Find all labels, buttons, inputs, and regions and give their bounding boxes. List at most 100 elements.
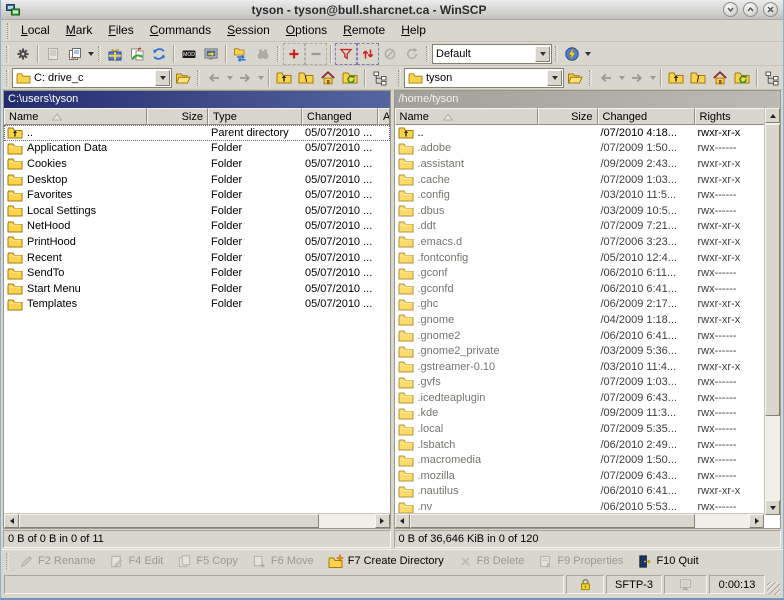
plus-icon[interactable] — [283, 43, 305, 65]
refresh-folder-icon[interactable] — [731, 67, 753, 89]
column-header-type[interactable]: Type — [208, 108, 302, 125]
synchronize-icon[interactable] — [126, 43, 148, 65]
menu-help[interactable]: Help — [393, 21, 434, 40]
cmd-edit-button[interactable]: F4 Edit — [102, 551, 170, 572]
cmd-delete-button[interactable]: F8 Delete — [451, 551, 532, 572]
file-row[interactable]: Application DataFolder05/07/2010 ... — [4, 141, 390, 157]
menu-drag-handle[interactable] — [7, 23, 10, 39]
resize-grip[interactable] — [767, 582, 780, 595]
lightning-dropdown-arrow-icon[interactable] — [583, 43, 592, 65]
back-dropdown-arrow-icon[interactable] — [225, 67, 234, 89]
cmd-properties-button[interactable]: F9 Properties — [531, 551, 630, 572]
file-row[interactable]: TemplatesFolder05/07/2010 ... — [4, 297, 390, 313]
maximize-button[interactable] — [743, 2, 758, 17]
session-select[interactable]: Default — [432, 44, 552, 64]
transfer-folders-icon[interactable] — [230, 43, 252, 65]
toolbar-drag-handle[interactable] — [277, 46, 280, 62]
menu-options[interactable]: Options — [278, 21, 335, 40]
address-drag-handle[interactable] — [6, 70, 9, 86]
file-row[interactable]: .dbus/03/2009 10:5...rwx------ — [395, 203, 781, 219]
cmd-rename-button[interactable]: F2 Rename — [12, 551, 102, 572]
parent-directory-icon[interactable] — [665, 67, 687, 89]
local-directory-arrow-icon[interactable] — [155, 70, 170, 86]
menu-mark[interactable]: Mark — [58, 21, 101, 40]
file-row[interactable]: .adobe/07/2009 1:50...rwx------ — [395, 141, 781, 157]
scroll-right-icon[interactable] — [375, 514, 390, 528]
file-row[interactable]: .nv/06/2010 5:53...rwx------ — [395, 499, 781, 513]
menu-commands[interactable]: Commands — [142, 21, 219, 40]
toolbar-drag-handle[interactable] — [426, 46, 429, 62]
column-header-changed[interactable]: Changed — [302, 108, 378, 125]
gear-icon[interactable] — [12, 43, 34, 65]
parent-directory-icon[interactable] — [273, 67, 295, 89]
remote-path-bar[interactable]: /home/tyson — [395, 91, 781, 108]
file-row[interactable]: .ddt/07/2009 7:21...rwxr-xr-x — [395, 219, 781, 235]
remote-vertical-scrollbar[interactable] — [764, 108, 780, 515]
scroll-down-icon[interactable] — [765, 500, 780, 515]
lightning-icon[interactable] — [561, 43, 583, 65]
session-select-arrow-icon[interactable] — [535, 46, 550, 62]
file-row[interactable]: .nautilus/06/2010 6:41...rwxr-xr-x — [395, 484, 781, 500]
menu-session[interactable]: Session — [219, 21, 278, 40]
file-row[interactable]: Start MenuFolder05/07/2010 ... — [4, 281, 390, 297]
minimize-button[interactable] — [723, 2, 738, 17]
tree-icon[interactable] — [761, 67, 783, 89]
column-header-size[interactable]: Size — [147, 108, 208, 125]
file-row[interactable]: SendToFolder05/07/2010 ... — [4, 265, 390, 281]
file-row[interactable]: CookiesFolder05/07/2010 ... — [4, 156, 390, 172]
winscp-app-icon[interactable] — [6, 3, 20, 17]
cycle-icon[interactable] — [401, 43, 423, 65]
remote-directory-select[interactable]: tyson — [404, 68, 564, 88]
file-row[interactable]: .gvfs/07/2009 1:03...rwx------ — [395, 375, 781, 391]
remote-horizontal-scrollbar[interactable] — [395, 513, 765, 528]
file-row[interactable]: .gnome2_private/03/2009 5:36...rwx------ — [395, 343, 781, 359]
file-row[interactable]: ..Parent directory05/07/2010 ... — [4, 125, 390, 141]
address-drag-handle[interactable] — [398, 70, 401, 86]
forward-dropdown-arrow-icon[interactable] — [648, 67, 657, 89]
home-icon[interactable] — [709, 67, 731, 89]
file-row[interactable]: Local SettingsFolder05/07/2010 ... — [4, 203, 390, 219]
column-header-name[interactable]: Name — [395, 108, 538, 125]
column-header-changed[interactable]: Changed — [598, 108, 695, 125]
column-header-size[interactable]: Size — [538, 108, 598, 125]
file-row[interactable]: NetHoodFolder05/07/2010 ... — [4, 219, 390, 235]
refresh-folder-icon[interactable] — [339, 67, 361, 89]
menu-remote[interactable]: Remote — [335, 21, 393, 40]
close-button[interactable] — [763, 2, 778, 17]
forward-dropdown-arrow-icon[interactable] — [256, 67, 265, 89]
column-header-attr[interactable]: A — [378, 108, 390, 125]
file-row[interactable]: .gstreamer-0.10/03/2010 11:4...rwxr-xr-x — [395, 359, 781, 375]
file-row[interactable]: RecentFolder05/07/2010 ... — [4, 250, 390, 266]
scroll-up-icon[interactable] — [765, 108, 780, 123]
unselect-icon[interactable] — [379, 43, 401, 65]
address-drag-handle[interactable] — [197, 70, 200, 86]
back-dropdown-arrow-icon[interactable] — [617, 67, 626, 89]
command-bar-drag-handle[interactable] — [6, 553, 9, 569]
scrollbar-thumb[interactable] — [410, 514, 695, 528]
file-row[interactable]: .config/03/2010 11:5...rwx------ — [395, 187, 781, 203]
forward-icon[interactable] — [234, 67, 256, 89]
file-row[interactable]: .lsbatch/06/2010 2:49...rwx------ — [395, 437, 781, 453]
address-drag-handle[interactable] — [589, 70, 592, 86]
menu-files[interactable]: Files — [100, 21, 141, 40]
local-path-bar[interactable]: C:\users\tyson — [4, 91, 390, 108]
scrollbar-thumb[interactable] — [19, 514, 319, 528]
toolbar-drag-handle[interactable] — [6, 46, 9, 62]
column-header-name[interactable]: Name — [4, 108, 147, 125]
queue-dropdown-arrow-icon[interactable] — [86, 43, 95, 65]
file-row[interactable]: ../07/2010 4:18...rwxr-xr-x — [395, 125, 781, 141]
file-row[interactable]: .local/07/2009 5:35...rwx------ — [395, 421, 781, 437]
file-row[interactable]: .gconfd/06/2010 6:41...rwx------ — [395, 281, 781, 297]
scroll-left-icon[interactable] — [4, 514, 19, 528]
cmd-move-button[interactable]: F6 Move — [245, 551, 321, 572]
file-row[interactable]: .kde/09/2009 11:3...rwx------ — [395, 406, 781, 422]
file-row[interactable]: .emacs.d/07/2006 3:23...rwxr-xr-x — [395, 234, 781, 250]
local-horizontal-scrollbar[interactable] — [4, 513, 390, 528]
file-row[interactable]: .assistant/09/2009 2:43...rwxr-xr-x — [395, 156, 781, 172]
funnel-icon[interactable] — [335, 43, 357, 65]
scroll-right-icon[interactable] — [749, 514, 764, 528]
secure-connection-cell[interactable] — [566, 575, 604, 594]
forward-icon[interactable] — [626, 67, 648, 89]
file-row[interactable]: .cache/07/2009 1:03...rwxr-xr-x — [395, 172, 781, 188]
local-directory-select[interactable]: C: drive_c — [12, 68, 172, 88]
